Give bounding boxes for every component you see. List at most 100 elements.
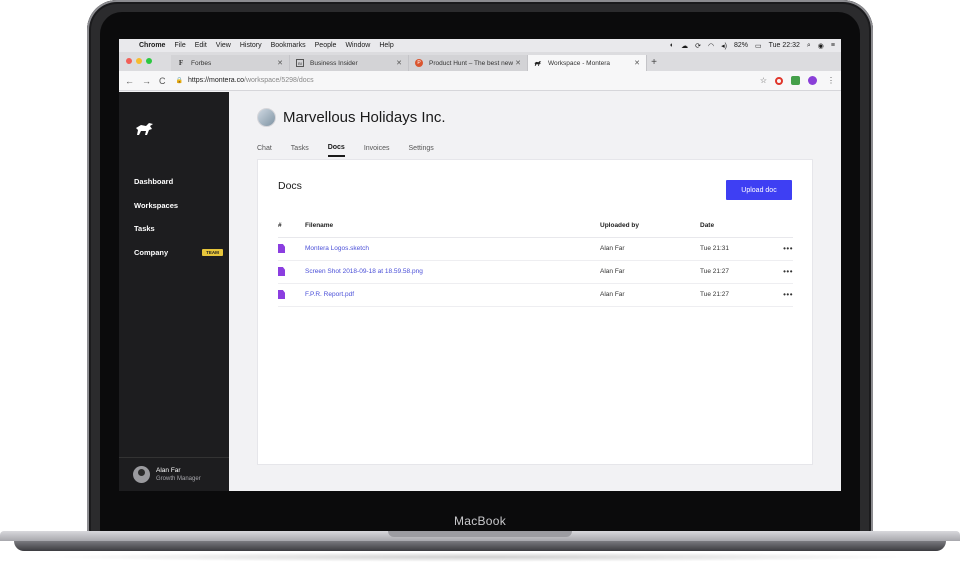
- sidebar-item-company[interactable]: Company TEAM: [134, 241, 223, 265]
- file-cell-icon: [278, 260, 305, 284]
- sidebar-nav: Dashboard Workspaces Tasks Company TEAM: [134, 170, 223, 264]
- sidebar-item-workspaces[interactable]: Workspaces: [134, 194, 223, 218]
- forbes-icon: F: [178, 59, 184, 67]
- uploaded-by: Alan Far: [600, 260, 700, 284]
- file-icon: [278, 267, 285, 276]
- file-name-link[interactable]: Screen Shot 2018-09-18 at 18.59.58.png: [305, 260, 600, 284]
- wifi-icon[interactable]: ◠: [708, 42, 714, 50]
- reload-icon[interactable]: C: [159, 76, 166, 86]
- profile-extension-icon[interactable]: [808, 76, 817, 85]
- file-name-link[interactable]: F.P.R. Report.pdf: [305, 283, 600, 307]
- column-header-actions: [770, 214, 793, 238]
- tab-invoices[interactable]: Invoices: [364, 139, 390, 157]
- sidebar-item-label: Tasks: [134, 224, 155, 234]
- file-cell-icon: [278, 283, 305, 307]
- clock[interactable]: Tue 22:32: [769, 42, 800, 49]
- bookmark-star-icon[interactable]: ☆: [760, 76, 767, 85]
- file-name-link[interactable]: Montera Logos.sketch: [305, 237, 600, 261]
- column-header-uploaded-by: Uploaded by: [600, 214, 700, 238]
- montera-app: Dashboard Workspaces Tasks Company TEAM A…: [119, 92, 841, 491]
- close-tab-icon[interactable]: ✕: [634, 59, 640, 67]
- back-icon[interactable]: ←: [125, 76, 134, 86]
- user-menu-icon[interactable]: ◉: [818, 42, 824, 50]
- status-cloud-icon[interactable]: ☁: [681, 42, 688, 50]
- zoom-window-button[interactable]: [146, 58, 152, 64]
- tab-settings[interactable]: Settings: [409, 139, 434, 157]
- menu-window[interactable]: Window: [345, 42, 370, 49]
- green-extension-icon[interactable]: [791, 76, 800, 85]
- menu-chrome[interactable]: Chrome: [139, 42, 165, 49]
- macbook-frame: MacBook Chrome File Edit View History Bo…: [0, 0, 960, 565]
- file-icon: [278, 290, 285, 299]
- spotlight-icon[interactable]: ⌕: [807, 42, 811, 50]
- status-sync-icon[interactable]: ⟳: [695, 42, 701, 50]
- tab-docs[interactable]: Docs: [327, 139, 345, 157]
- battery-icon[interactable]: ▭: [755, 42, 762, 50]
- sidebar-item-tasks[interactable]: Tasks: [134, 217, 223, 241]
- more-options-icon[interactable]: •••: [770, 237, 793, 261]
- upload-date: Tue 21:31: [700, 237, 770, 261]
- sidebar-item-label: Company: [134, 247, 169, 257]
- forward-icon[interactable]: →: [142, 76, 151, 86]
- main-content: Marvellous Holidays Inc. Chat Tasks Docs…: [229, 92, 841, 491]
- column-header-filename: Filename: [305, 214, 600, 238]
- close-tab-icon[interactable]: ✕: [277, 59, 283, 67]
- tab-chat[interactable]: Chat: [257, 139, 272, 157]
- menu-history[interactable]: History: [240, 42, 262, 49]
- notification-center-icon[interactable]: ≡: [831, 42, 835, 49]
- window-controls: [126, 58, 156, 64]
- tab-tasks[interactable]: Tasks: [291, 139, 309, 157]
- minimize-window-button[interactable]: [136, 58, 142, 64]
- macbook-label: MacBook: [453, 514, 507, 528]
- file-cell-icon: [278, 237, 305, 261]
- upload-date: Tue 21:27: [700, 260, 770, 284]
- menu-view[interactable]: View: [216, 42, 231, 49]
- laptop-shadow: [40, 552, 920, 562]
- menu-file[interactable]: File: [174, 42, 185, 49]
- screen: Chrome File Edit View History Bookmarks …: [119, 39, 841, 491]
- card-title: Docs: [278, 180, 302, 192]
- address-bar[interactable]: 🔒 https://montera.co/workspace/5298/docs: [176, 77, 750, 84]
- company-avatar: [257, 108, 276, 127]
- user-role: Growth Manager: [156, 476, 201, 482]
- upload-doc-button[interactable]: Upload doc: [726, 180, 792, 200]
- menu-people[interactable]: People: [315, 42, 337, 49]
- docs-card: Docs Upload doc # Filename Uploaded by D…: [257, 159, 813, 465]
- lock-icon: 🔒: [175, 78, 183, 84]
- volume-icon[interactable]: ◂): [721, 42, 727, 50]
- sidebar-item-label: Dashboard: [134, 177, 174, 187]
- menu-bookmarks[interactable]: Bookmarks: [271, 42, 306, 49]
- menu-help[interactable]: Help: [379, 42, 393, 49]
- browser-tab-product-hunt[interactable]: P Product Hunt – The best new p ✕: [409, 55, 528, 71]
- docs-table: # Filename Uploaded by Date Montera Logo…: [278, 214, 793, 307]
- laptop-base-bottom: [14, 541, 946, 551]
- mac-menubar: Chrome File Edit View History Bookmarks …: [119, 39, 841, 52]
- table-header-row: # Filename Uploaded by Date: [278, 214, 793, 238]
- browser-tab-montera[interactable]: Workspace - Montera ✕: [528, 55, 647, 71]
- browser-menu-icon[interactable]: ⋮: [827, 76, 835, 85]
- browser-tab-business-insider[interactable]: BI Business Insider ✕: [290, 55, 409, 71]
- close-window-button[interactable]: [126, 58, 132, 64]
- page-tabs: Chat Tasks Docs Invoices Settings: [257, 139, 453, 157]
- new-tab-button[interactable]: +: [647, 55, 661, 71]
- table-row[interactable]: Screen Shot 2018-09-18 at 18.59.58.png A…: [278, 260, 793, 284]
- more-options-icon[interactable]: •••: [770, 260, 793, 284]
- avatar: [133, 466, 150, 483]
- table-row[interactable]: F.P.R. Report.pdf Alan Far Tue 21:27 •••: [278, 283, 793, 307]
- table-row[interactable]: Montera Logos.sketch Alan Far Tue 21:31 …: [278, 237, 793, 261]
- more-options-icon[interactable]: •••: [770, 283, 793, 307]
- montera-logo-icon[interactable]: [135, 122, 155, 136]
- browser-tab-forbes[interactable]: F Forbes ✕: [171, 55, 290, 71]
- tab-title: Business Insider: [310, 59, 358, 67]
- user-profile[interactable]: Alan Far Growth Manager: [119, 457, 229, 491]
- sidebar-item-dashboard[interactable]: Dashboard: [134, 170, 223, 194]
- status-app-icon[interactable]: ◐: [670, 42, 674, 49]
- menu-edit[interactable]: Edit: [195, 42, 207, 49]
- page-title: Marvellous Holidays Inc.: [283, 109, 446, 126]
- tab-title: Product Hunt – The best new p: [429, 59, 516, 67]
- opera-extension-icon[interactable]: [775, 76, 783, 85]
- business-insider-icon: BI: [296, 59, 304, 67]
- close-tab-icon[interactable]: ✕: [515, 59, 521, 67]
- bull-icon: [534, 59, 542, 67]
- close-tab-icon[interactable]: ✕: [396, 59, 402, 67]
